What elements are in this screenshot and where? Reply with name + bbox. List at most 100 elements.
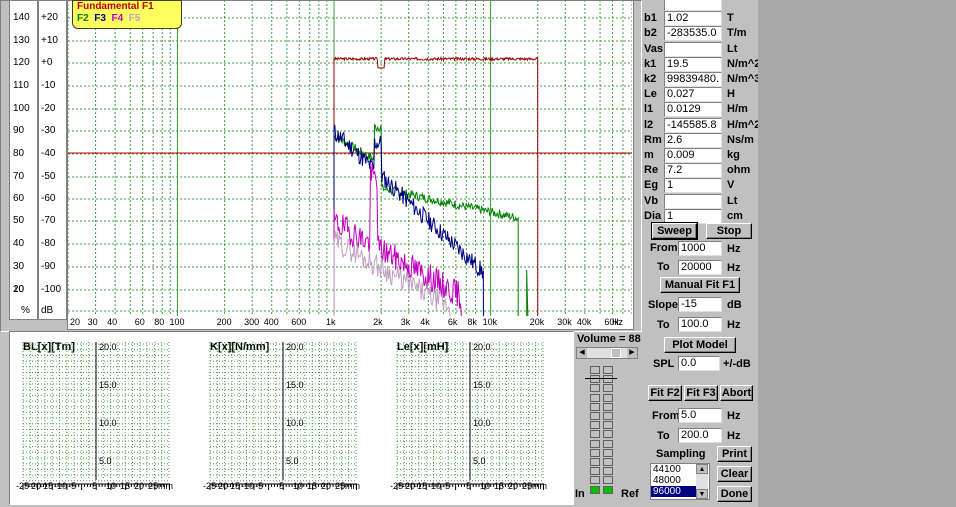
from2-unit: Hz <box>727 410 741 422</box>
spl-scale <box>9 0 38 320</box>
to2-input[interactable]: 100.0 <box>678 317 722 332</box>
param-input[interactable]: 2.6 <box>664 132 722 148</box>
in-meter-segment <box>590 458 600 466</box>
param-input[interactable]: 1 <box>664 208 722 224</box>
param-unit: T/m <box>727 27 747 40</box>
small-x-tick-label: -15 <box>227 481 241 491</box>
small-y-tick: 10.0 <box>473 418 491 428</box>
small-x-tick-label: 15 <box>307 481 318 491</box>
to-input[interactable]: 20000 <box>678 260 722 275</box>
manual-fit-button[interactable]: Manual Fit F1 <box>660 277 740 293</box>
volume-slider[interactable]: ◀ ▶ <box>576 347 638 359</box>
small-x-tick-label: -5 <box>68 481 77 491</box>
param-input[interactable]: 1.02 <box>664 11 722 27</box>
small-plot-canvas <box>396 342 544 490</box>
freq-tick: 20 <box>70 317 81 327</box>
spl-tick: 110 <box>13 80 29 91</box>
small-x-tick-label: 5 <box>92 481 98 491</box>
param-unit: H/m <box>727 103 748 116</box>
db-tick: -10 <box>41 80 56 91</box>
param-unit: H <box>727 88 735 101</box>
harmonics-legend: Fundamental F1 F2 F3 F4 F5 <box>72 0 182 29</box>
small-y-tick: 15.0 <box>286 380 304 390</box>
param-input[interactable]: 0.009 <box>664 148 722 163</box>
param-label: b2 <box>644 27 657 40</box>
from-unit: Hz <box>727 243 741 255</box>
db-tick: -30 <box>41 125 56 136</box>
from-input[interactable]: 1000 <box>678 241 722 256</box>
small-y-tick: 15.0 <box>473 380 491 390</box>
db-scale <box>38 0 67 320</box>
plot-model-button[interactable]: Plot Model <box>664 337 736 353</box>
freq-tick: 2k <box>373 317 383 327</box>
param-input[interactable] <box>664 41 722 57</box>
slope-input[interactable]: -15 <box>678 297 722 312</box>
sampling-option[interactable]: 48000 <box>651 475 697 486</box>
freq-tick: 40k <box>576 317 592 327</box>
sampling-option[interactable]: 44100 <box>651 464 697 475</box>
spl-tick: 90 <box>13 125 25 136</box>
abort-button[interactable]: Abort <box>720 385 753 401</box>
small-x-tick-label: 10 <box>480 481 491 491</box>
param-input[interactable]: -283535.0 <box>664 26 722 42</box>
ref-meter-segment <box>603 366 613 374</box>
in-meter-segment <box>590 430 600 439</box>
freq-tick: 6k <box>447 317 458 327</box>
spl-tick: 50 <box>13 215 25 226</box>
volume-right-arrow-icon[interactable]: ▶ <box>627 348 637 358</box>
param-unit: cm <box>727 209 743 222</box>
from-label: From <box>650 242 678 254</box>
spl-input[interactable]: 0.0 <box>678 356 720 371</box>
in-meter-segment <box>590 448 600 457</box>
sweep-button[interactable]: Sweep <box>651 222 698 240</box>
spl-tick: 60 <box>13 193 25 204</box>
freq-tick: 4k <box>420 317 430 327</box>
fit-f2-button[interactable]: Fit F2 <box>648 385 682 401</box>
spl-tick: 30 <box>13 261 25 272</box>
spl-tick: 120 <box>13 57 30 68</box>
small-y-tick: 10.0 <box>286 418 304 428</box>
param-input[interactable]: 19.5 <box>664 56 722 72</box>
from2-input[interactable]: 5.0 <box>678 408 722 423</box>
to3-unit: Hz <box>727 430 741 442</box>
volume-thumb[interactable] <box>611 348 621 358</box>
ref-meter-segment <box>603 476 613 485</box>
scroll-down-arrow-icon[interactable]: ▼ <box>696 489 708 499</box>
ref-meter-segment <box>603 448 613 457</box>
param-label: b1 <box>644 12 657 25</box>
param-input[interactable]: 0.027 <box>664 87 722 103</box>
clear-button[interactable]: Clear <box>717 466 752 482</box>
spl-tick: 130 <box>13 35 30 46</box>
db-tick: -20 <box>41 103 56 114</box>
stop-button[interactable]: Stop <box>706 223 752 239</box>
param-unit: T <box>727 12 734 25</box>
fit-f3-button[interactable]: Fit F3 <box>684 385 718 401</box>
to3-input[interactable]: 200.0 <box>678 428 722 443</box>
param-input[interactable]: 99839480. <box>664 72 722 87</box>
param-input[interactable]: -145585.8 <box>664 117 722 133</box>
legend-f5: F5 <box>128 13 141 24</box>
volume-left-arrow-icon[interactable]: ◀ <box>577 348 587 358</box>
sampling-scrollbar[interactable]: ▲ ▼ <box>696 464 708 499</box>
spl-unit: +/-dB <box>723 358 751 370</box>
param-input[interactable] <box>664 193 722 209</box>
freq-tick: 1k <box>326 317 336 327</box>
param-input[interactable]: 1 <box>664 178 722 194</box>
param-input[interactable]: 0.0129 <box>664 102 722 118</box>
param-label: l1 <box>644 103 654 116</box>
volume-label: Volume = 88 <box>577 333 641 345</box>
small-plot-canvas <box>209 342 357 490</box>
param-input[interactable]: 7.2 <box>664 163 722 179</box>
scroll-up-arrow-icon[interactable]: ▲ <box>696 464 708 474</box>
freq-tick: 3k <box>400 317 411 327</box>
in-meter-segment <box>590 485 600 494</box>
param-input[interactable] <box>664 0 722 11</box>
small-x-tick-label: 5 <box>279 481 285 491</box>
freq-tick: 30k <box>557 317 572 327</box>
legend-f3: F3 <box>94 13 106 24</box>
small-y-tick: 20.0 <box>286 342 304 352</box>
print-button[interactable]: Print <box>717 446 752 462</box>
sampling-option-selected[interactable]: 96000 <box>651 486 697 497</box>
done-button[interactable]: Done <box>717 486 752 502</box>
freq-tick: 10k <box>482 317 498 327</box>
